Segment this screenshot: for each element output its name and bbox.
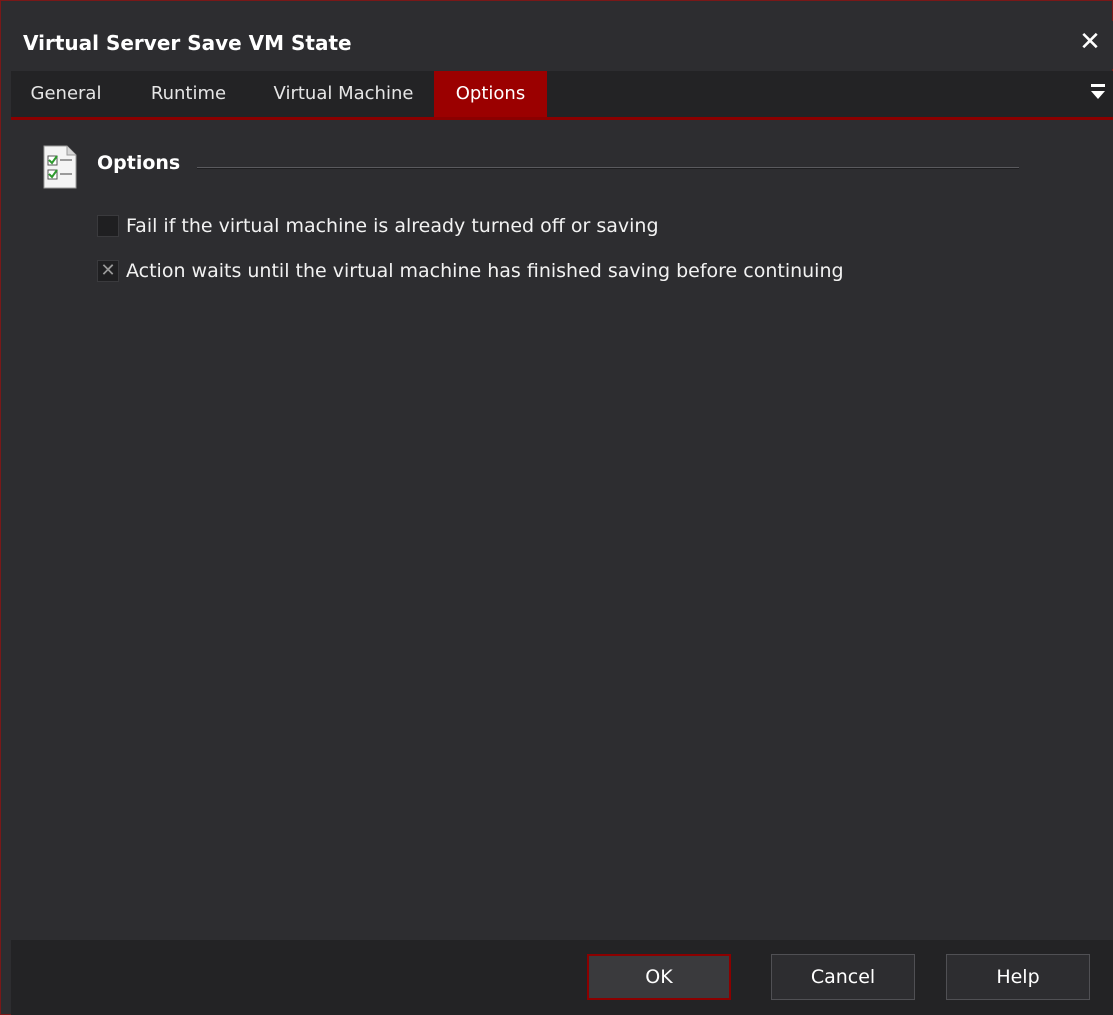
- tab-general[interactable]: General: [11, 71, 121, 117]
- tab-virtual-machine[interactable]: Virtual Machine: [256, 71, 431, 117]
- section-divider: [197, 167, 1019, 169]
- wait-until-saved-checkbox[interactable]: ✕: [97, 260, 119, 282]
- wait-until-saved-label[interactable]: Action waits until the virtual machine h…: [126, 260, 844, 282]
- fail-if-off-checkbox[interactable]: [97, 215, 119, 237]
- section-title: Options: [97, 152, 181, 174]
- options-panel: Options Fail if the virtual machine is a…: [11, 120, 1113, 940]
- option-fail-if-off[interactable]: Fail if the virtual machine is already t…: [97, 213, 659, 239]
- fail-if-off-label[interactable]: Fail if the virtual machine is already t…: [126, 215, 659, 237]
- tab-runtime[interactable]: Runtime: [131, 71, 246, 117]
- ok-button[interactable]: OK: [587, 954, 731, 1000]
- option-wait-until-saved[interactable]: ✕ Action waits until the virtual machine…: [97, 258, 844, 284]
- title-bar: Virtual Server Save VM State ✕: [11, 21, 1113, 69]
- dialog-window: Virtual Server Save VM State ✕ General R…: [0, 0, 1113, 1015]
- tab-options[interactable]: Options: [434, 71, 547, 117]
- dialog-footer: OK Cancel Help: [11, 940, 1113, 1015]
- window-title: Virtual Server Save VM State: [23, 31, 352, 55]
- help-button[interactable]: Help: [946, 954, 1090, 1000]
- overflow-menu-icon[interactable]: [1089, 81, 1107, 103]
- checklist-icon: [41, 144, 79, 190]
- cancel-button[interactable]: Cancel: [771, 954, 915, 1000]
- close-icon[interactable]: ✕: [1075, 27, 1105, 57]
- tab-bar: General Runtime Virtual Machine Options: [11, 71, 1113, 120]
